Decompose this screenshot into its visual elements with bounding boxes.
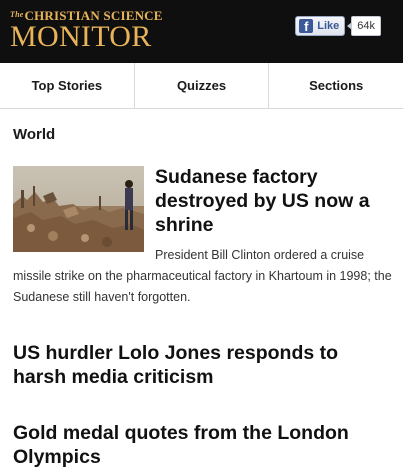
nav-quizzes[interactable]: Quizzes bbox=[135, 63, 270, 108]
like-label: Like bbox=[317, 20, 340, 32]
facebook-like-button[interactable]: f Like bbox=[295, 16, 346, 36]
nav-sections[interactable]: Sections bbox=[269, 63, 403, 108]
facebook-like-widget: f Like 64k bbox=[295, 16, 381, 36]
logo-bottom-line: MONITOR bbox=[10, 20, 152, 53]
nav-top-stories[interactable]: Top Stories bbox=[0, 63, 135, 108]
article-headline[interactable]: US hurdler Lolo Jones responds to harsh … bbox=[13, 341, 393, 389]
main-nav: Top Stories Quizzes Sections bbox=[0, 63, 403, 109]
lead-article-title[interactable]: Sudanese factory destroyed by US now a s… bbox=[155, 165, 395, 237]
facebook-icon: f bbox=[299, 19, 314, 33]
site-logo[interactable]: TheCHRISTIAN SCIENCE MONITOR bbox=[10, 8, 163, 53]
article-headline[interactable]: Gold medal quotes from the London Olympi… bbox=[13, 421, 393, 469]
site-header: TheCHRISTIAN SCIENCE MONITOR f Like 64k bbox=[0, 0, 403, 63]
lead-article-summary: President Bill Clinton ordered a cruise … bbox=[13, 248, 392, 304]
like-count: 64k bbox=[347, 16, 381, 36]
article-thumbnail[interactable] bbox=[13, 166, 144, 252]
section-title: World bbox=[13, 126, 56, 143]
